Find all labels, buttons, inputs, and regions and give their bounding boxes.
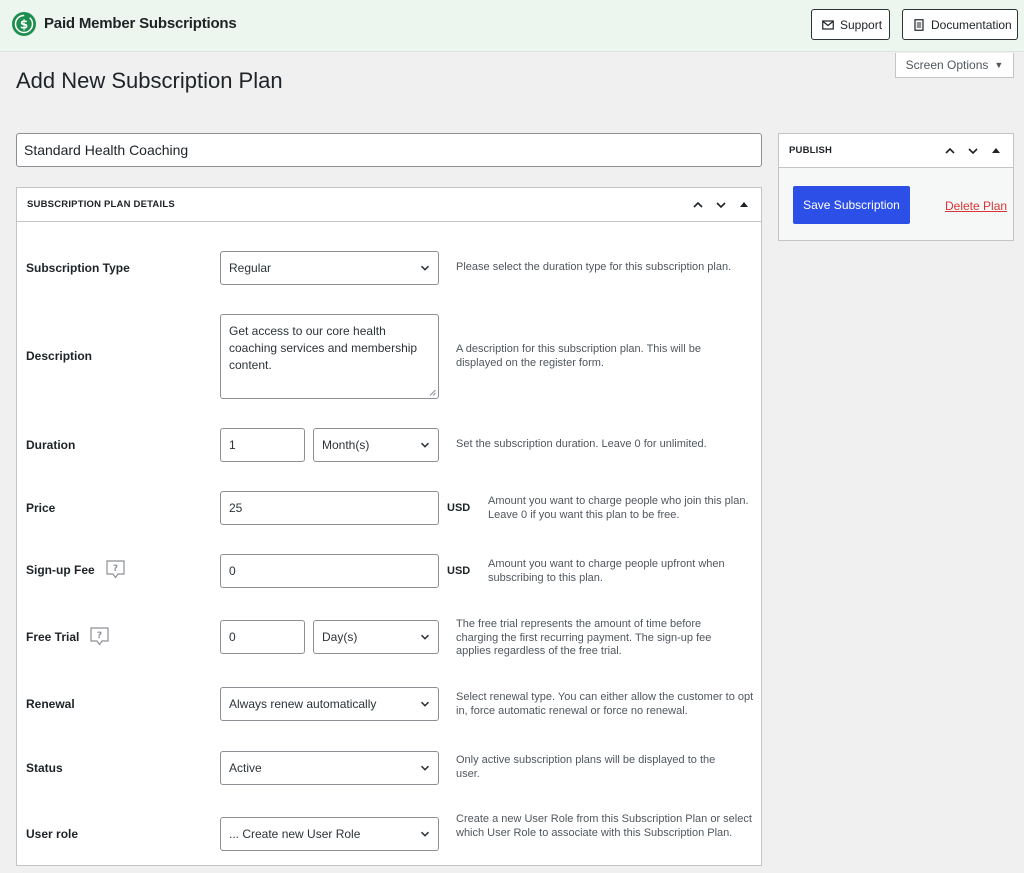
chevron-down-icon — [420, 831, 430, 837]
details-box-header: SUBSCRIPTION PLAN DETAILS — [17, 188, 761, 222]
subscription-type-help: Please select the duration type for this… — [456, 261, 732, 273]
plan-title-input[interactable]: Standard Health Coaching — [16, 133, 762, 167]
brand-name: Paid Member Subscriptions — [44, 15, 237, 32]
signup-fee-help: Amount you want to charge people upfront… — [488, 558, 725, 584]
chevron-down-icon — [420, 701, 430, 707]
free-trial-unit-select[interactable]: Day(s) — [313, 620, 439, 654]
description-help: A description for this subscription plan… — [456, 343, 701, 369]
subscription-type-select[interactable]: Regular — [220, 251, 439, 285]
publish-box-header: PUBLISH — [779, 134, 1013, 168]
free-trial-input[interactable]: 0 — [220, 620, 305, 654]
move-down-icon[interactable] — [965, 143, 980, 158]
help-icon[interactable]: ? — [89, 626, 110, 647]
free-trial-unit-value: Day(s) — [322, 630, 358, 644]
description-label: Description — [26, 349, 93, 363]
publish-box-title: PUBLISH — [789, 145, 833, 156]
svg-text:$: $ — [20, 18, 28, 32]
screen-options-label: Screen Options — [905, 58, 989, 72]
status-label: Status — [26, 761, 63, 775]
documentation-button[interactable]: Documentation — [902, 9, 1018, 40]
publish-box-body: Save Subscription Delete Plan — [779, 168, 1013, 240]
free-trial-help: The free trial represents the amount of … — [456, 618, 712, 657]
collapse-toggle-icon[interactable] — [736, 197, 751, 212]
screen-options-toggle[interactable]: Screen Options ▼ — [895, 53, 1014, 78]
duration-label: Duration — [26, 438, 76, 452]
subscription-type-label: Subscription Type — [26, 261, 130, 275]
user-role-select[interactable]: ... Create new User Role — [220, 817, 439, 851]
chevron-down-icon — [420, 765, 430, 771]
user-role-help: Create a new User Role from this Subscri… — [456, 813, 752, 839]
move-up-icon[interactable] — [942, 143, 957, 158]
envelope-icon — [822, 19, 834, 30]
renewal-select[interactable]: Always renew automatically — [220, 687, 439, 721]
collapse-toggle-icon[interactable] — [988, 143, 1003, 158]
support-label: Support — [840, 17, 883, 32]
signup-fee-currency: USD — [447, 565, 471, 577]
duration-input[interactable]: 1 — [220, 428, 305, 462]
free-trial-label: Free Trial ? — [26, 626, 110, 647]
move-up-icon[interactable] — [690, 197, 705, 212]
description-textarea[interactable]: Get access to our core health coaching s… — [220, 314, 439, 399]
status-help: Only active subscription plans will be d… — [456, 754, 716, 780]
signup-fee-label: Sign-up Fee ? — [26, 559, 126, 580]
help-icon[interactable]: ? — [105, 559, 126, 580]
move-down-icon[interactable] — [713, 197, 728, 212]
duration-unit-select[interactable]: Month(s) — [313, 428, 439, 462]
caret-down-icon: ▼ — [994, 60, 1004, 70]
price-currency: USD — [447, 502, 471, 514]
status-select[interactable]: Active — [220, 751, 439, 785]
chevron-down-icon — [420, 442, 430, 448]
document-icon — [914, 18, 924, 31]
description-value: Get access to our core health coaching s… — [229, 324, 418, 372]
publish-box: PUBLISH Save Subscription Delete Plan — [778, 133, 1014, 241]
svg-text:?: ? — [113, 564, 118, 574]
top-bar: $ Paid Member Subscriptions Support Docu… — [0, 0, 1024, 52]
signup-fee-input[interactable]: 0 — [220, 554, 439, 588]
svg-text:?: ? — [97, 631, 102, 641]
chevron-down-icon — [420, 265, 430, 271]
price-help: Amount you want to charge people who joi… — [488, 495, 749, 521]
status-value: Active — [229, 761, 262, 775]
renewal-help: Select renewal type. You can either allo… — [456, 691, 754, 717]
logo-icon: $ — [12, 12, 36, 36]
renewal-value: Always renew automatically — [229, 697, 377, 711]
page-title: Add New Subscription Plan — [16, 68, 283, 93]
user-role-label: User role — [26, 827, 79, 841]
price-label: Price — [26, 501, 56, 515]
duration-unit-value: Month(s) — [322, 438, 370, 452]
user-role-value: ... Create new User Role — [229, 827, 361, 841]
subscription-type-value: Regular — [229, 261, 272, 275]
renewal-label: Renewal — [26, 697, 75, 711]
chevron-down-icon — [420, 634, 430, 640]
resize-grip-icon[interactable] — [429, 389, 436, 396]
details-box-title: SUBSCRIPTION PLAN DETAILS — [27, 199, 175, 210]
price-input[interactable]: 25 — [220, 491, 439, 525]
support-button[interactable]: Support — [811, 9, 890, 40]
save-subscription-button[interactable]: Save Subscription — [793, 186, 910, 224]
duration-help: Set the subscription duration. Leave 0 f… — [456, 438, 707, 450]
delete-plan-link[interactable]: Delete Plan — [945, 199, 1007, 213]
documentation-label: Documentation — [931, 17, 1012, 32]
